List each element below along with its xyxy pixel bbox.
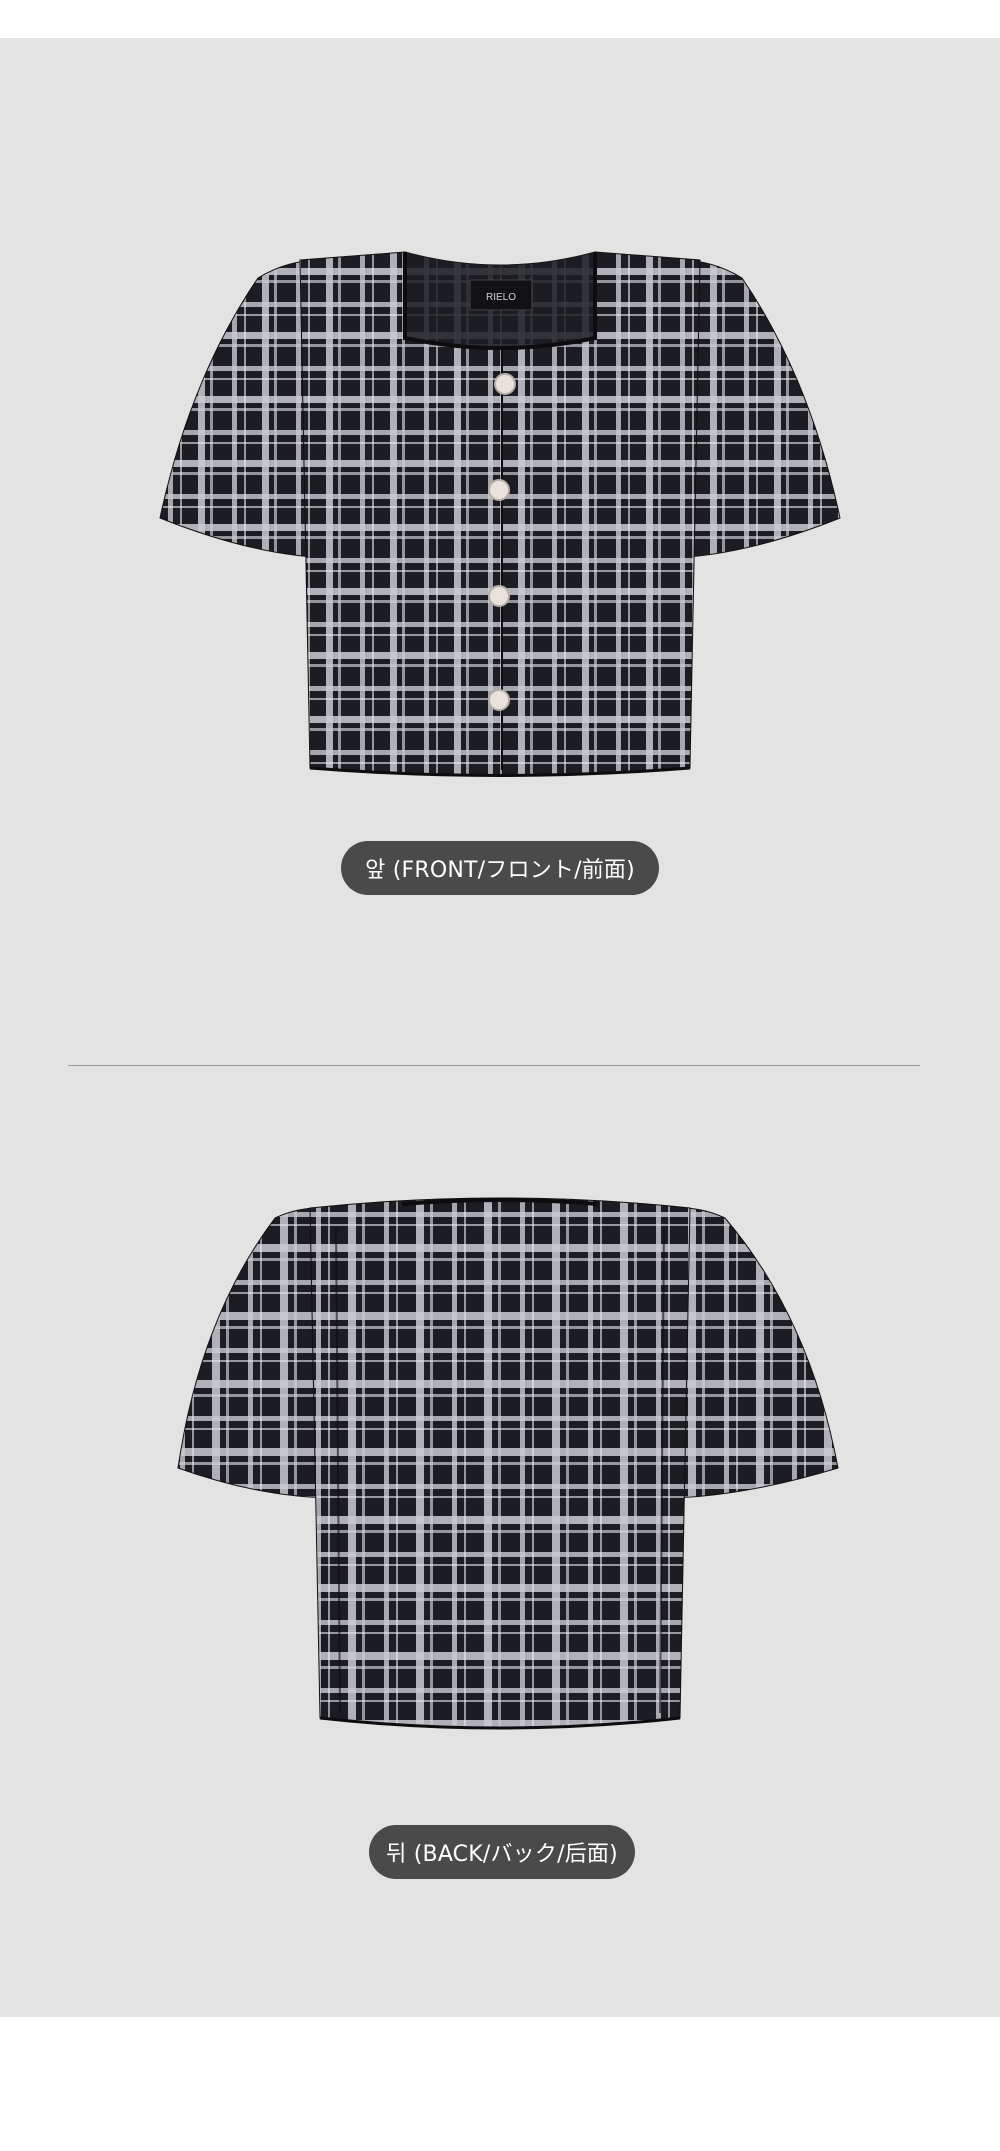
brand-tag-text: RIELO bbox=[486, 292, 516, 303]
front-view-image: RIELO bbox=[0, 198, 1000, 808]
back-view-label: 뒤 (BACK/バック/后面) bbox=[369, 1825, 635, 1879]
section-divider bbox=[68, 1065, 920, 1066]
front-blouse-illustration: RIELO bbox=[159, 251, 841, 777]
background-panel: RIELO 앞 (FRONT/フロント/前面) 뒤 (BACK/バック/后面) bbox=[0, 38, 1000, 2017]
back-blouse-illustration bbox=[177, 1197, 839, 1730]
button-2 bbox=[488, 479, 510, 501]
button-1 bbox=[494, 373, 516, 395]
back-view-image bbox=[0, 1168, 1000, 1778]
button-3 bbox=[488, 585, 510, 607]
button-4 bbox=[488, 689, 510, 711]
front-view-label: 앞 (FRONT/フロント/前面) bbox=[341, 841, 659, 895]
